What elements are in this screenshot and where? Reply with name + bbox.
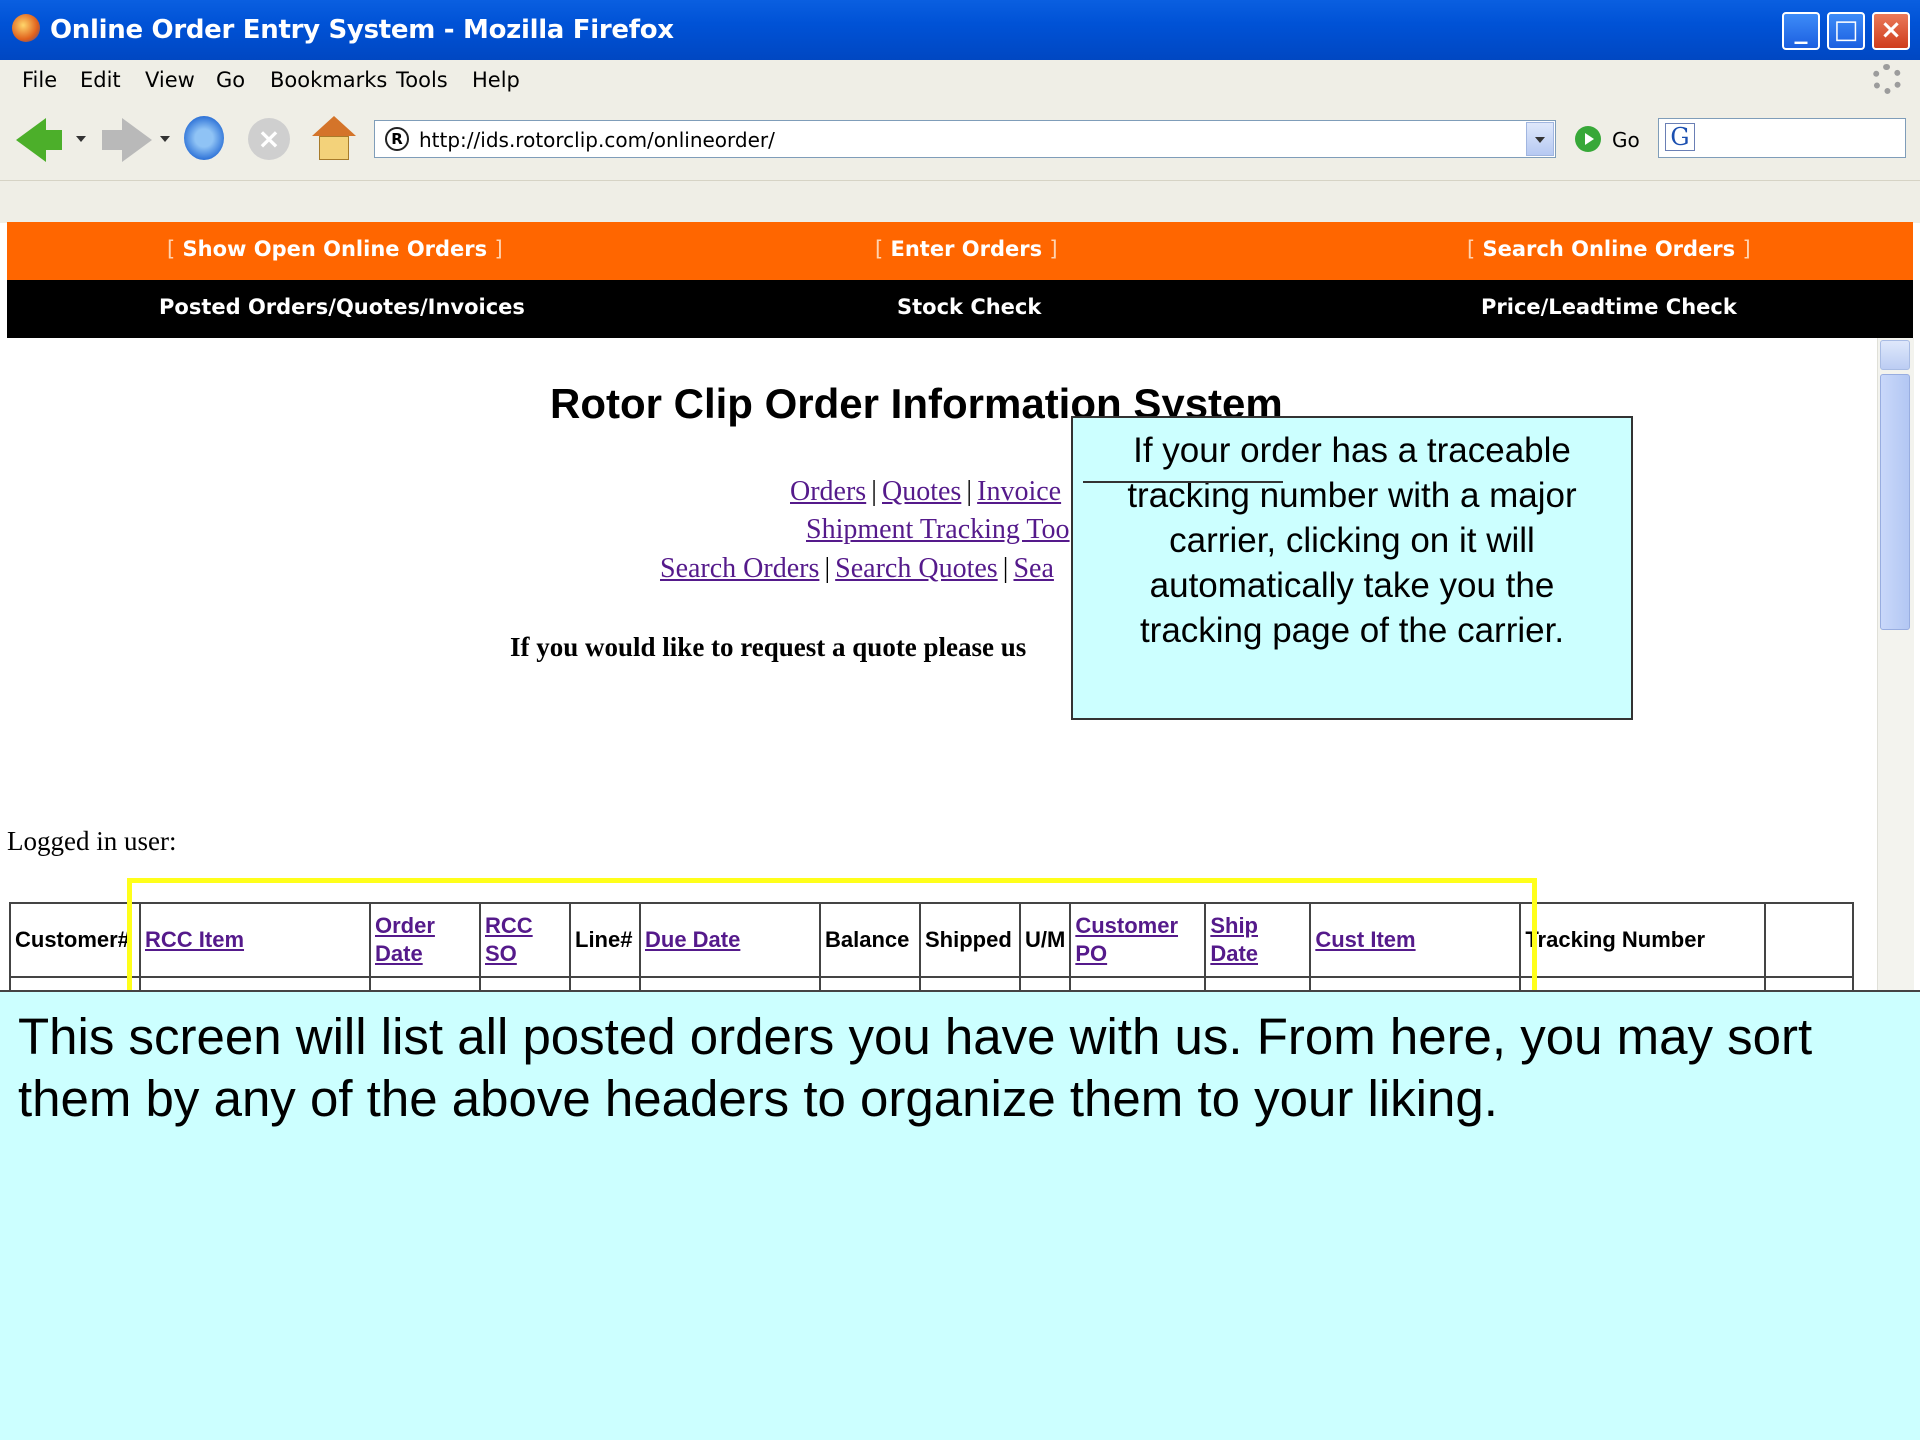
links-row-search: Search Orders | Search Quotes | Sea <box>660 553 1054 585</box>
col-ship-date[interactable]: Ship Date <box>1204 902 1312 978</box>
menu-go[interactable]: Go <box>216 68 245 92</box>
col-rcc-so[interactable]: RCC SO <box>479 902 571 978</box>
forward-arrow-icon[interactable] <box>122 118 152 162</box>
bracket-close: ] <box>1049 237 1058 261</box>
sort-customer-po-link[interactable]: Customer PO <box>1075 913 1178 966</box>
window-titlebar: Online Order Entry System - Mozilla Fire… <box>0 0 1920 60</box>
links-row-records: Orders | Quotes | Invoice <box>790 476 1061 508</box>
search-invoices-link[interactable]: Sea <box>1013 553 1053 584</box>
stop-icon[interactable]: × <box>248 118 290 160</box>
search-input[interactable]: G <box>1658 118 1906 158</box>
quote-request-note: If you would like to request a quote ple… <box>510 632 1027 662</box>
enter-orders-link[interactable]: [ Enter Orders ] <box>875 237 1058 261</box>
search-online-orders-label[interactable]: Search Online Orders <box>1483 237 1736 261</box>
back-history-dropdown-icon[interactable] <box>76 136 86 142</box>
callout-pointer-line <box>1083 481 1283 483</box>
col-shipped: Shipped <box>919 902 1021 978</box>
show-open-orders-link[interactable]: [ Show Open Online Orders ] <box>167 237 503 261</box>
quotes-link[interactable]: Quotes <box>882 476 961 507</box>
window-title: Online Order Entry System - Mozilla Fire… <box>50 15 674 45</box>
stock-check-link[interactable]: Stock Check <box>897 295 1041 319</box>
col-tracking-number: Tracking Number <box>1519 902 1767 978</box>
separator: | <box>1002 553 1009 584</box>
site-nav-primary: [ Show Open Online Orders ] [ Enter Orde… <box>7 222 1913 280</box>
url-history-dropdown[interactable] <box>1526 122 1554 156</box>
table-header-row: Customer# RCC Item Order Date RCC SO Lin… <box>9 902 1855 978</box>
bracket-open: [ <box>167 237 176 261</box>
home-base <box>319 136 349 160</box>
orders-table: Customer# RCC Item Order Date RCC SO Lin… <box>9 902 1855 1000</box>
caption-text: This screen will list all posted orders … <box>18 1008 1813 1127</box>
maximize-button[interactable]: □ <box>1827 12 1865 50</box>
logged-in-user-label: Logged in user: <box>7 826 177 856</box>
reload-icon[interactable] <box>184 116 224 160</box>
bracket-close: ] <box>494 237 503 261</box>
col-extra <box>1764 902 1855 978</box>
links-row-tracking: Shipment Tracking Too <box>806 514 1070 546</box>
search-orders-link[interactable]: Search Orders <box>660 553 819 584</box>
bracket-open: [ <box>1467 237 1476 261</box>
forward-history-dropdown-icon[interactable] <box>160 136 170 142</box>
firefox-icon <box>12 14 40 42</box>
search-online-orders-link[interactable]: [ Search Online Orders ] <box>1467 237 1751 261</box>
back-arrow-icon[interactable] <box>16 118 46 162</box>
menu-tools[interactable]: Tools <box>396 68 448 92</box>
menu-view[interactable]: View <box>145 68 195 92</box>
col-rcc-item[interactable]: RCC Item <box>139 902 371 978</box>
search-quotes-link[interactable]: Search Quotes <box>835 553 998 584</box>
price-leadtime-check-link[interactable]: Price/Leadtime Check <box>1481 295 1737 319</box>
bookmarks-toolbar <box>0 180 1920 223</box>
enter-orders-label[interactable]: Enter Orders <box>891 237 1043 261</box>
menu-bar: File Edit View Go Bookmarks Tools Help <box>0 60 1920 101</box>
scroll-thumb[interactable] <box>1880 374 1910 630</box>
sort-cust-item-link[interactable]: Cust Item <box>1315 927 1415 952</box>
sort-rcc-so-link[interactable]: RCC SO <box>485 913 533 966</box>
home-icon[interactable] <box>312 116 356 160</box>
separator: | <box>824 553 831 584</box>
search-engine-icon[interactable]: G <box>1665 123 1695 151</box>
col-customer-number: Customer# <box>9 902 141 978</box>
site-favicon-icon: R <box>385 127 409 151</box>
separator: | <box>966 476 973 507</box>
chevron-down-icon <box>1535 137 1545 143</box>
vertical-scrollbar[interactable] <box>1877 338 1914 990</box>
go-button[interactable]: Go <box>1612 128 1640 152</box>
col-customer-po[interactable]: Customer PO <box>1069 902 1207 978</box>
orders-link[interactable]: Orders <box>790 476 866 507</box>
menu-file[interactable]: File <box>22 68 57 92</box>
separator: | <box>871 476 877 507</box>
col-um: U/M <box>1018 902 1072 978</box>
tracking-callout: If your order has a traceable tracking n… <box>1071 416 1633 720</box>
sort-order-date-link[interactable]: Order Date <box>375 913 435 966</box>
sort-due-date-link[interactable]: Due Date <box>645 927 740 952</box>
forward-button[interactable] <box>102 130 124 150</box>
sort-rcc-item-link[interactable]: RCC Item <box>145 927 244 952</box>
url-bar[interactable]: R http://ids.rotorclip.com/onlineorder/ <box>374 120 1556 158</box>
site-nav-secondary: Posted Orders/Quotes/Invoices Stock Chec… <box>7 280 1913 338</box>
col-due-date[interactable]: Due Date <box>639 902 821 978</box>
back-button[interactable] <box>44 130 62 150</box>
menu-help[interactable]: Help <box>472 68 520 92</box>
url-text[interactable]: http://ids.rotorclip.com/onlineorder/ <box>419 128 775 152</box>
minimize-button[interactable]: _ <box>1782 12 1820 50</box>
bracket-open: [ <box>875 237 884 261</box>
posted-orders-link[interactable]: Posted Orders/Quotes/Invoices <box>159 295 525 319</box>
home-roof <box>312 116 356 136</box>
menu-edit[interactable]: Edit <box>80 68 121 92</box>
menu-bookmarks[interactable]: Bookmarks <box>270 68 387 92</box>
scroll-up-arrow-icon[interactable] <box>1880 340 1910 370</box>
sort-ship-date-link[interactable]: Ship Date <box>1210 913 1258 966</box>
close-button[interactable]: × <box>1872 12 1910 50</box>
col-line-number: Line# <box>569 902 641 978</box>
bracket-close: ] <box>1742 237 1751 261</box>
go-icon[interactable] <box>1575 126 1601 152</box>
col-balance: Balance <box>819 902 921 978</box>
col-order-date[interactable]: Order Date <box>369 902 481 978</box>
show-open-orders-label[interactable]: Show Open Online Orders <box>183 237 488 261</box>
activity-throbber-icon <box>1872 64 1902 94</box>
col-cust-item[interactable]: Cust Item <box>1309 902 1522 978</box>
invoices-link[interactable]: Invoice <box>977 476 1061 507</box>
shipment-tracking-link[interactable]: Shipment Tracking Too <box>806 514 1070 545</box>
